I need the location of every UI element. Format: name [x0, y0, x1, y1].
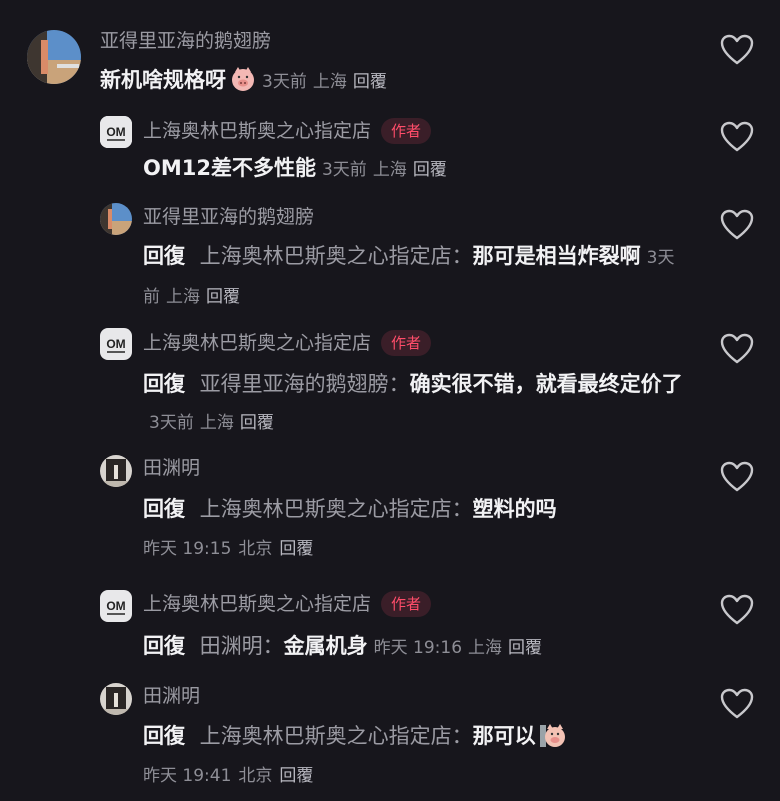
- username-text: 上海奥林巴斯奥之心指定店: [143, 593, 372, 615]
- svg-text:OM: OM: [106, 125, 125, 139]
- reply-text: 那可以: [472, 724, 536, 748]
- reply-time: 昨天 19:16: [373, 638, 463, 658]
- reply-prefix: 回復: [143, 724, 185, 748]
- reply-button[interactable]: 回覆: [206, 287, 240, 307]
- reply-button[interactable]: 回覆: [240, 413, 274, 433]
- heart-outline-icon: [720, 121, 754, 152]
- reply-text: 塑料的吗: [472, 497, 557, 521]
- reply-meta: 昨天 19:15 北京 回覆: [143, 537, 320, 561]
- heart-outline-icon: [720, 333, 754, 364]
- reply-text: 那可是相当炸裂啊: [472, 244, 641, 268]
- reply-location: 北京: [238, 539, 273, 559]
- heart-outline-icon: [720, 34, 754, 65]
- reply-username[interactable]: 亚得里亚海的鹅翅膀: [143, 205, 314, 229]
- reply-username[interactable]: 上海奥林巴斯奥之心指定店 作者: [143, 118, 432, 144]
- username-text: 上海奥林巴斯奥之心指定店: [143, 120, 372, 142]
- comment-list: 亚得里亚海的鹅翅膀 新机啥规格呀 3天前 上海 回覆 OM 上海奥林巴斯奥之心指…: [0, 0, 780, 801]
- avatar[interactable]: [100, 683, 132, 715]
- svg-text:OM: OM: [106, 599, 125, 613]
- pig-face-emoji-icon: [539, 722, 566, 748]
- om-logo-avatar[interactable]: OM: [100, 328, 132, 360]
- comment-location: 上海: [312, 72, 347, 92]
- like-button[interactable]: [720, 121, 754, 153]
- svg-text:OM: OM: [106, 337, 125, 351]
- reply-button[interactable]: 回覆: [353, 72, 387, 92]
- reply-time: 昨天 19:15: [143, 539, 232, 559]
- reply-button[interactable]: 回覆: [279, 766, 313, 786]
- reply-location: 上海: [199, 413, 234, 433]
- like-button[interactable]: [720, 333, 754, 365]
- avatar[interactable]: [100, 455, 132, 487]
- heart-outline-icon: [720, 594, 754, 625]
- reply-prefix: 回復: [143, 372, 185, 396]
- heart-outline-icon: [720, 209, 754, 240]
- reply-username[interactable]: 田渊明: [143, 684, 200, 708]
- reply-prefix: 回復: [143, 244, 185, 268]
- reply-username[interactable]: 上海奥林巴斯奥之心指定店 作者: [143, 591, 432, 617]
- reply-body: 回復 上海奥林巴斯奥之心指定店：那可是相当炸裂啊 3天前 上海 回覆: [143, 238, 683, 316]
- heart-outline-icon: [720, 688, 754, 719]
- username-text: 上海奥林巴斯奥之心指定店: [143, 332, 372, 354]
- comment-time: 3天前: [262, 72, 307, 92]
- reply-button[interactable]: 回覆: [279, 539, 313, 559]
- comment-body: 新机啥规格呀 3天前 上海 回覆: [100, 62, 660, 101]
- om-logo-avatar[interactable]: OM: [100, 116, 132, 148]
- reply-location: 上海: [166, 287, 200, 307]
- reply-button[interactable]: 回覆: [413, 160, 447, 180]
- reply-body: OM12差不多性能 3天前 上海 回覆: [143, 150, 683, 189]
- reply-text: 确实很不错，就看最终定价了: [409, 372, 683, 396]
- reply-target-user[interactable]: 上海奥林巴斯奥之心指定店：: [200, 724, 473, 748]
- reply-text: OM12差不多性能: [143, 156, 316, 180]
- comment-meta: 3天前 上海 回覆: [262, 72, 393, 92]
- reply-prefix: 回復: [143, 497, 185, 521]
- reply-location: 上海: [468, 638, 503, 658]
- reply-target-user[interactable]: 亚得里亚海的鹅翅膀：: [200, 372, 410, 396]
- author-badge: 作者: [381, 118, 432, 144]
- reply-username[interactable]: 田渊明: [143, 456, 200, 480]
- reply-username[interactable]: 上海奥林巴斯奥之心指定店 作者: [143, 330, 432, 356]
- author-badge: 作者: [381, 591, 432, 617]
- reply-time: 昨天 19:41: [143, 766, 232, 786]
- author-badge: 作者: [381, 330, 432, 356]
- reply-meta: 3天前 上海 回覆: [322, 160, 453, 180]
- reply-body: 回復 上海奥林巴斯奥之心指定店：那可以: [143, 718, 683, 755]
- reply-button[interactable]: 回覆: [508, 638, 542, 658]
- reply-location: 北京: [238, 766, 273, 786]
- avatar[interactable]: [27, 30, 81, 84]
- reply-time: 3天前: [149, 413, 194, 433]
- reply-body: 回復 田渊明：金属机身 昨天 19:16 上海 回覆: [143, 628, 703, 667]
- avatar[interactable]: [100, 203, 132, 235]
- reply-meta: 昨天 19:16 上海 回覆: [374, 638, 548, 658]
- heart-outline-icon: [720, 461, 754, 492]
- reply-text: 金属机身: [283, 634, 368, 658]
- reply-meta: 昨天 19:41 北京 回覆: [143, 764, 320, 788]
- like-button[interactable]: [720, 594, 754, 626]
- om-logo-avatar[interactable]: OM: [100, 590, 132, 622]
- like-button[interactable]: [720, 688, 754, 720]
- reply-target-user[interactable]: 田渊明：: [200, 634, 284, 658]
- reply-prefix: 回復: [143, 634, 185, 658]
- reply-body: 回復 上海奥林巴斯奥之心指定店：塑料的吗: [143, 491, 683, 528]
- reply-body: 回復 亚得里亚海的鹅翅膀：确实很不错，就看最终定价了 3天前 上海 回覆: [143, 366, 683, 442]
- reply-target-user[interactable]: 上海奥林巴斯奥之心指定店：: [200, 244, 473, 268]
- comment-username[interactable]: 亚得里亚海的鹅翅膀: [100, 29, 271, 53]
- comment-text: 新机啥规格呀: [100, 68, 226, 92]
- like-button[interactable]: [720, 209, 754, 241]
- like-button[interactable]: [720, 34, 754, 66]
- reply-meta: 3天前 上海 回覆: [149, 413, 280, 433]
- reply-location: 上海: [372, 160, 407, 180]
- pig-face-emoji-icon: [230, 66, 256, 92]
- reply-time: 3天前: [321, 160, 367, 180]
- reply-target-user[interactable]: 上海奥林巴斯奥之心指定店：: [200, 497, 473, 521]
- like-button[interactable]: [720, 461, 754, 493]
